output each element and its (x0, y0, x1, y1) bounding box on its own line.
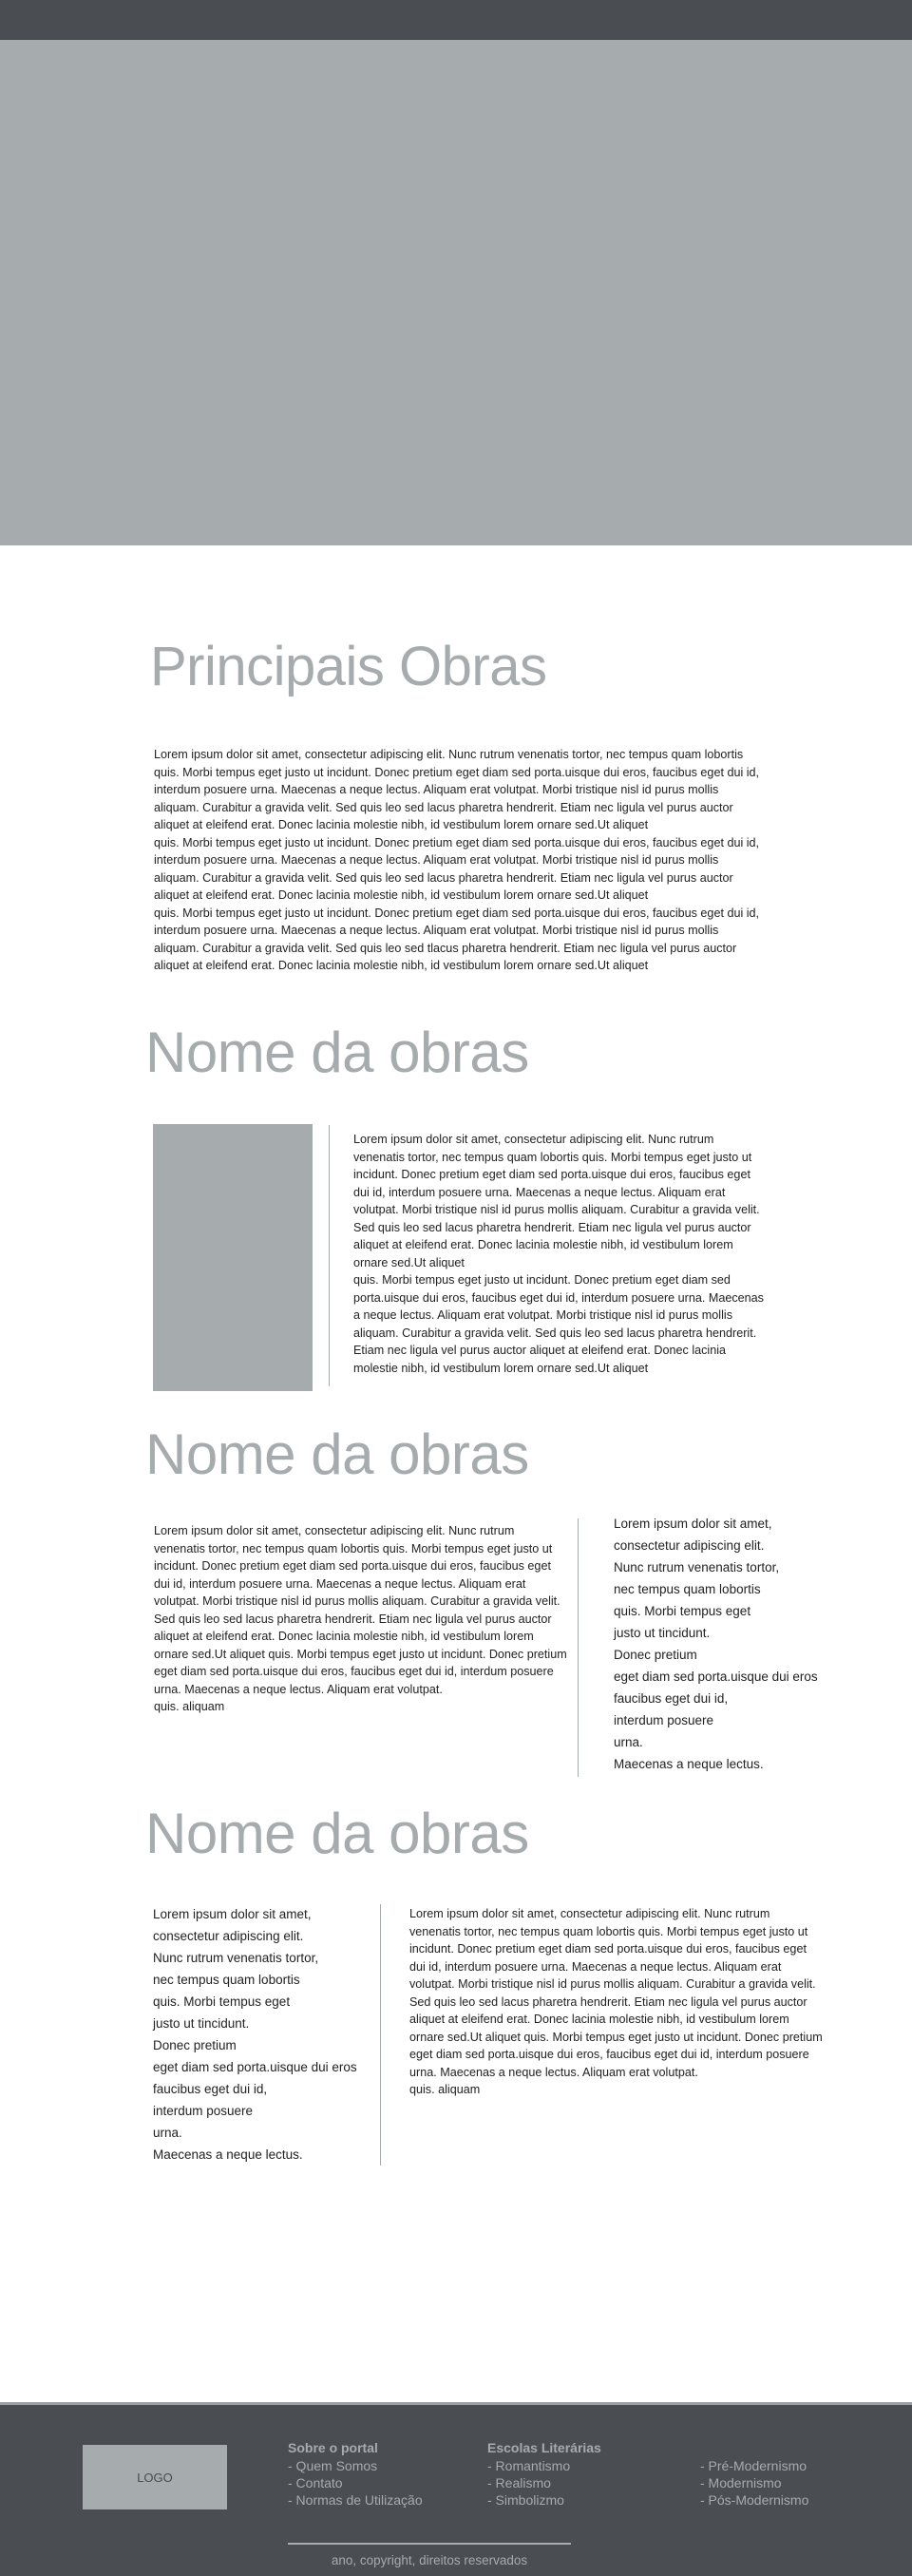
section2-side-text: Lorem ipsum dolor sit amet, consectetur … (614, 1517, 818, 1771)
footer-link-normas[interactable]: - Normas de Utilização (288, 2492, 423, 2508)
footer-link-pre-modernismo[interactable]: - Pré-Modernismo (700, 2458, 807, 2473)
footer-link-contato[interactable]: - Contato (288, 2475, 343, 2490)
section2-text: Lorem ipsum dolor sit amet, consectetur … (154, 1524, 567, 1713)
section1-text: Lorem ipsum dolor sit amet, consectetur … (353, 1133, 764, 1375)
footer-col1-title: Sobre o portal (288, 2440, 378, 2455)
page-title: Principais Obras (150, 636, 547, 697)
intro-paragraph: Lorem ipsum dolor sit amet, consectetur … (154, 748, 760, 972)
footer-link-romantismo[interactable]: - Romantismo (487, 2458, 570, 2473)
footer-link-quem-somos[interactable]: - Quem Somos (288, 2458, 377, 2473)
section3-divider (380, 1904, 381, 2166)
section1-divider (329, 1125, 330, 1386)
footer-link-modernismo[interactable]: - Modernismo (700, 2475, 782, 2490)
section3-text: Lorem ipsum dolor sit amet, consectetur … (409, 1907, 823, 2096)
section2-title: Nome da obras (145, 1422, 529, 1486)
section3-side-text: Lorem ipsum dolor sit amet, consectetur … (153, 1907, 357, 2162)
footer-divider (288, 2543, 571, 2545)
footer-link-realismo[interactable]: - Realismo (487, 2475, 551, 2490)
footer-link-simbolizmo[interactable]: - Simbolizmo (487, 2492, 564, 2508)
section1-title: Nome da obras (145, 1021, 529, 1084)
section3-title: Nome da obras (145, 1802, 529, 1865)
footer-link-pos-modernismo[interactable]: - Pós-Modernismo (700, 2492, 808, 2508)
hero-banner (0, 40, 912, 545)
footer-copyright: ano, copyright, direitos reservados (331, 2553, 528, 2567)
footer-logo[interactable]: LOGO (83, 2445, 227, 2509)
footer-col2-title: Escolas Literárias (487, 2440, 601, 2455)
section2-divider (578, 1518, 579, 1777)
section1-image (153, 1124, 313, 1391)
top-bar (0, 0, 912, 40)
